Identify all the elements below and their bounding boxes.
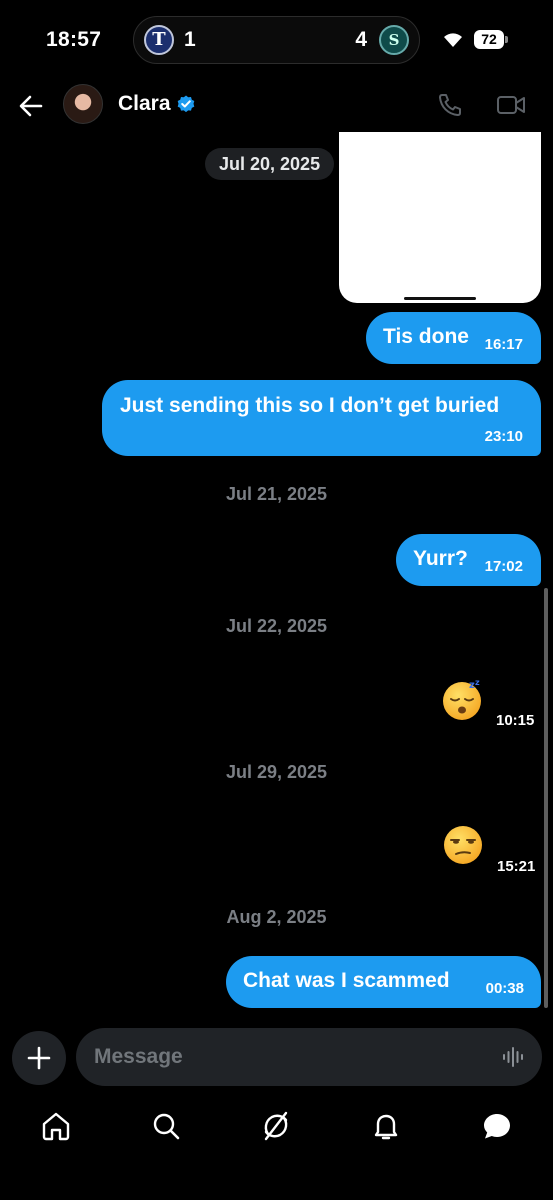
back-arrow-icon[interactable] [16, 91, 46, 121]
plus-icon [27, 1046, 51, 1070]
live-score-pill[interactable]: T 1 4 S [133, 16, 420, 64]
messages-icon[interactable] [481, 1110, 513, 1142]
message-field[interactable] [76, 1028, 542, 1086]
bottom-navigation [0, 1100, 553, 1160]
floating-date-header: Jul 20, 2025 [205, 148, 335, 180]
home-score: 1 [184, 28, 196, 51]
battery-level: 72 [474, 30, 504, 49]
away-team-logo: S [379, 25, 409, 55]
message-bubble[interactable]: Chat was I scammed 00:38 [226, 956, 541, 1008]
message-bubble[interactable]: Yurr? 17:02 [396, 534, 541, 586]
message-text: Just sending this so I don’t get buried [120, 394, 500, 417]
wifi-icon [444, 33, 462, 47]
date-separator: Jul 21, 2025 [225, 484, 328, 504]
message-time: 00:38 [485, 980, 524, 997]
message-text: Yurr? [413, 547, 468, 570]
message-bubble[interactable]: Tis done 16:17 [366, 312, 541, 364]
scrollbar[interactable] [544, 588, 548, 1008]
message-bubble[interactable]: Just sending this so I don’t get buried … [102, 380, 541, 456]
message-time: 23:10 [484, 428, 523, 445]
message-time: 17:02 [484, 558, 523, 575]
home-icon[interactable] [40, 1110, 72, 1142]
status-bar: 18:57 T 1 4 S 72 [0, 0, 553, 80]
message-time: 15:21 [497, 858, 536, 875]
message-input[interactable] [94, 1042, 494, 1072]
chat-header: Clara [0, 80, 553, 134]
image-home-indicator [404, 297, 476, 300]
battery-tip [505, 36, 508, 43]
grok-icon[interactable] [260, 1110, 292, 1142]
notifications-bell-icon[interactable] [370, 1110, 402, 1142]
home-team-logo: T [144, 25, 174, 55]
avatar[interactable] [63, 84, 103, 124]
message-text: Tis done [383, 325, 469, 348]
svg-text:z: z [475, 678, 480, 687]
message-text: Chat was I scammed [243, 969, 450, 992]
voice-wave-icon[interactable] [501, 1044, 527, 1070]
unamused-face-emoji-icon[interactable] [441, 823, 485, 867]
search-icon[interactable] [150, 1110, 182, 1142]
video-camera-icon[interactable] [496, 92, 526, 118]
message-time: 16:17 [484, 336, 523, 353]
date-separator: Jul 29, 2025 [225, 762, 328, 782]
status-time: 18:57 [46, 28, 102, 51]
date-separator: Jul 22, 2025 [225, 616, 328, 636]
date-separator: Aug 2, 2025 [226, 907, 327, 927]
add-attachment-button[interactable] [12, 1031, 66, 1085]
away-score: 4 [355, 28, 367, 51]
sleeping-face-emoji-icon[interactable]: z z [440, 677, 484, 721]
shared-image-message[interactable] [339, 132, 541, 303]
phone-icon[interactable] [437, 92, 463, 118]
contact-name[interactable]: Clara [118, 92, 171, 116]
message-time: 10:15 [496, 712, 535, 729]
verified-badge-icon [177, 95, 195, 113]
